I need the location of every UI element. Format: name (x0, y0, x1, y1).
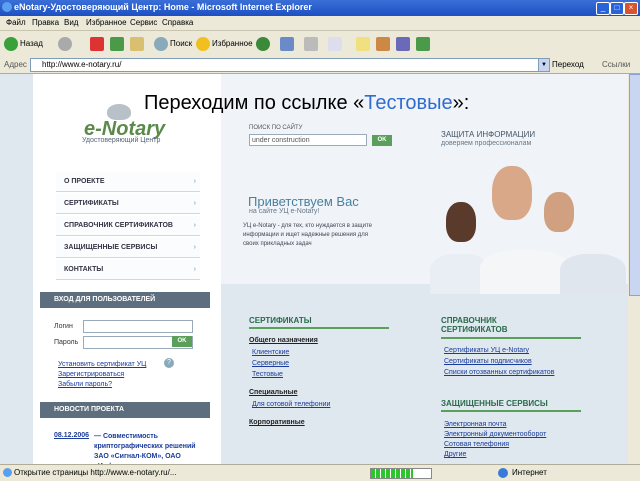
login-input[interactable] (83, 320, 193, 333)
services-divider (441, 410, 581, 412)
instruction-caption: Переходим по ссылке «Тестовые»: (144, 92, 469, 115)
certs-mobile-link[interactable]: Для сотовой телефонии (252, 401, 330, 408)
nav-contacts[interactable]: КОНТАКТЫ (56, 260, 200, 280)
zone-text: Интернет (512, 468, 547, 477)
star-icon (196, 36, 210, 51)
progress-fill (371, 469, 413, 478)
research-icon[interactable] (376, 37, 390, 51)
tools-icon[interactable] (416, 37, 430, 51)
links-button[interactable]: Ссылки (602, 60, 630, 69)
mail-icon[interactable] (280, 37, 294, 51)
login-header: ВХОД ДЛЯ ПОЛЬЗОВАТЕЛЕЙ (40, 292, 210, 308)
certs-special-heading: Специальные (249, 389, 298, 396)
menu-view[interactable]: Вид (64, 18, 78, 27)
login-label: Логин (54, 323, 73, 330)
menu-bar: Файл Правка Вид Избранное Сервис Справка (0, 16, 640, 31)
forgot-password-link[interactable]: Забыли пароль? (58, 381, 112, 388)
register-link[interactable]: Зарегистрироваться (58, 371, 124, 378)
address-url[interactable]: http://www.e-notary.ru/ (42, 60, 121, 69)
nav-about[interactable]: О ПРОЕКТЕ (56, 172, 200, 192)
print-icon[interactable] (304, 37, 318, 51)
certs-title: СЕРТИФИКАТЫ (249, 316, 312, 325)
search-label: ПОИСК ПО САЙТУ (249, 125, 303, 131)
search-icon (154, 36, 168, 51)
directory-link-crl[interactable]: Списки отозванных сертификатов (444, 369, 554, 376)
certs-server-link[interactable]: Серверные (252, 360, 289, 367)
directory-link-ca[interactable]: Сертификаты УЦ e-Notary (444, 347, 529, 354)
forward-button[interactable] (58, 36, 74, 52)
messenger-icon[interactable] (396, 37, 410, 51)
help-icon[interactable]: ? (164, 358, 174, 368)
nav-certificates[interactable]: СЕРТИФИКАТЫ (56, 194, 200, 214)
directory-link-subscribers[interactable]: Сертификаты подписчиков (444, 358, 532, 365)
go-button[interactable]: Переход (552, 60, 584, 69)
forward-arrow-icon (58, 36, 72, 51)
status-text: Открытие страницы http://www.e-notary.ru… (14, 468, 177, 477)
edit-icon[interactable] (328, 37, 342, 51)
address-dropdown-icon[interactable]: ▼ (538, 58, 550, 72)
welcome-subtitle: на сайте УЦ e-Notary! (249, 208, 320, 215)
menu-file[interactable]: Файл (6, 18, 26, 27)
certs-test-link[interactable]: Тестовые (252, 371, 283, 378)
favorites-button[interactable]: Избранное (196, 36, 253, 52)
search-ok-button[interactable]: OK (372, 135, 392, 146)
site-logo-subtitle: Удостоверяющий Центр (82, 137, 161, 144)
progress-bar (370, 468, 432, 479)
refresh-icon[interactable] (110, 37, 124, 51)
address-bar: Адрес http://www.e-notary.ru/ ▼ Переход … (0, 57, 640, 74)
services-edm-link[interactable]: Электронный документооборот (444, 431, 546, 438)
services-mobile-link[interactable]: Сотовая телефония (444, 441, 509, 448)
directory-divider (441, 337, 581, 339)
menu-favorites[interactable]: Избранное (86, 18, 127, 27)
back-button[interactable]: Назад (4, 36, 43, 52)
address-label: Адрес (4, 60, 27, 69)
protect-title: ЗАЩИТА ИНФОРМАЦИИ (441, 130, 536, 139)
services-title: ЗАЩИЩЕННЫЕ СЕРВИСЫ (441, 399, 548, 408)
welcome-title: Приветствуем Вас (248, 194, 359, 209)
services-email-link[interactable]: Электронная почта (444, 421, 506, 428)
services-other-link[interactable]: Другие (444, 451, 466, 458)
certs-divider (249, 327, 389, 329)
internet-zone-icon (498, 468, 508, 478)
caption-highlight: Тестовые (364, 92, 453, 114)
welcome-description: УЦ e-Notary - для тех, кто нуждается в з… (243, 223, 372, 247)
directory-title-2: СЕРТИФИКАТОВ (441, 325, 508, 334)
home-icon[interactable] (130, 37, 144, 51)
discuss-icon[interactable] (356, 37, 370, 51)
nav-cert-directory[interactable]: СПРАВОЧНИК СЕРТИФИКАТОВ (56, 216, 200, 236)
search-button[interactable]: Поиск (154, 36, 192, 52)
news-date[interactable]: 08.12.2006 (54, 432, 89, 439)
news-header: НОВОСТИ ПРОЕКТА (40, 402, 210, 418)
close-button[interactable]: × (624, 2, 638, 15)
certs-corporate-heading: Корпоративные (249, 419, 305, 426)
hero-people-image (410, 162, 628, 294)
password-label: Пароль (54, 339, 79, 346)
caption-suffix: »: (452, 92, 470, 114)
menu-help[interactable]: Справка (162, 18, 193, 27)
back-arrow-icon (4, 36, 18, 51)
menu-tools[interactable]: Сервис (130, 18, 157, 27)
history-icon[interactable] (256, 37, 270, 51)
install-cert-link[interactable]: Установить сертификат УЦ (58, 361, 146, 368)
login-ok-button[interactable]: OK (172, 336, 192, 347)
menu-edit[interactable]: Правка (32, 18, 59, 27)
protect-subtitle: доверяем профессионалам (441, 140, 532, 147)
minimize-button[interactable]: _ (596, 2, 610, 15)
title-bar: eNotary-Удостоверяющий Центр: Home - Mic… (0, 0, 640, 16)
status-bar: Открытие страницы http://www.e-notary.ru… (0, 464, 640, 481)
page-loading-icon (3, 468, 12, 477)
window-title: eNotary-Удостоверяющий Центр: Home - Mic… (14, 2, 312, 12)
certs-general-heading: Общего назначения (249, 337, 318, 344)
site-search-input[interactable]: under construction (249, 134, 367, 146)
ie-icon (2, 2, 12, 12)
vertical-scrollbar[interactable] (628, 74, 640, 464)
nav-secure-services[interactable]: ЗАЩИЩЕННЫЕ СЕРВИСЫ (56, 238, 200, 258)
caption-prefix: Переходим по ссылке « (144, 92, 365, 114)
maximize-button[interactable]: □ (610, 2, 624, 15)
scroll-thumb[interactable] (629, 74, 640, 296)
stop-icon[interactable] (90, 37, 104, 51)
toolbar: Назад Поиск Избранное (0, 31, 640, 58)
certs-client-link[interactable]: Клиентские (252, 349, 289, 356)
